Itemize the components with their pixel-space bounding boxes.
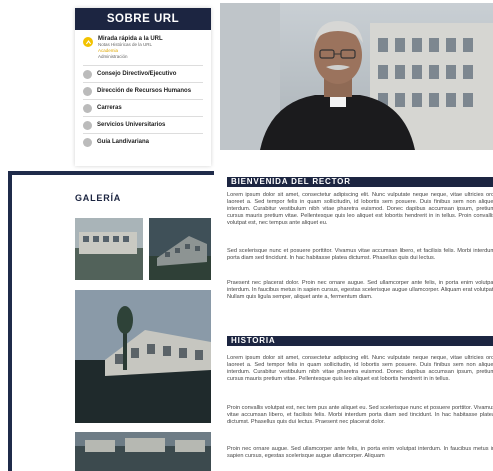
welcome-paragraph: Praesent nec placerat dolor. Proin nec o… <box>227 280 493 301</box>
bullet-icon <box>83 120 92 130</box>
welcome-paragraph: Lorem ipsum dolor sit amet, consectetur … <box>227 192 493 227</box>
sidebar-item-mirada-rapida[interactable]: Mirada rápida a la URL Notas Históricas … <box>83 36 203 66</box>
bullet-icon <box>83 86 92 96</box>
sidebar-item-guia[interactable]: Guía Landivariana <box>83 134 203 150</box>
sobre-url-sidebar: SOBRE URL Mirada rápida a la URL Notas H… <box>75 8 211 166</box>
bullet-icon <box>83 69 92 79</box>
decorative-line <box>8 171 214 175</box>
welcome-title: BIENVENIDA DEL RECTOR <box>227 177 493 187</box>
history-title: HISTORIA <box>227 336 493 346</box>
gallery-image[interactable] <box>149 218 211 280</box>
sidebar-item-label: Carreras <box>97 105 122 111</box>
welcome-paragraph: Sed scelerisque nunc et posuere porttito… <box>227 248 493 262</box>
bullet-icon <box>83 137 92 147</box>
history-paragraph: Lorem ipsum dolor sit amet, consectetur … <box>227 355 493 383</box>
gallery-title: GALERÍA <box>75 193 205 204</box>
sidebar-title: SOBRE URL <box>75 8 211 30</box>
history-paragraph: Proin convallis volutpat est, nec tem pu… <box>227 405 493 426</box>
sidebar-item-carreras[interactable]: Carreras <box>83 100 203 117</box>
sidebar-item-label: Consejo Directivo/Ejecutivo <box>97 71 177 77</box>
sidebar-item-consejo[interactable]: Consejo Directivo/Ejecutivo <box>83 66 203 83</box>
sidebar-item-recursos-humanos[interactable]: Dirección de Recursos Humanos <box>83 83 203 100</box>
submenu-link[interactable]: Administración <box>98 54 163 60</box>
rector-photo <box>220 3 493 150</box>
gallery-image[interactable] <box>75 218 143 280</box>
decorative-line <box>8 171 12 471</box>
sidebar-item-label: Dirección de Recursos Humanos <box>97 88 192 94</box>
sidebar-item-label: Servicios Universitarios <box>97 122 166 128</box>
history-paragraph: Proin nec ornare augue. Sed ullamcorper … <box>227 446 493 460</box>
sidebar-item-label: Guía Landivariana <box>97 139 150 145</box>
arrow-icon <box>83 37 93 47</box>
bullet-icon <box>83 103 92 113</box>
sidebar-item-servicios[interactable]: Servicios Universitarios <box>83 117 203 134</box>
gallery-image[interactable] <box>75 432 211 471</box>
gallery-image[interactable] <box>75 290 211 423</box>
